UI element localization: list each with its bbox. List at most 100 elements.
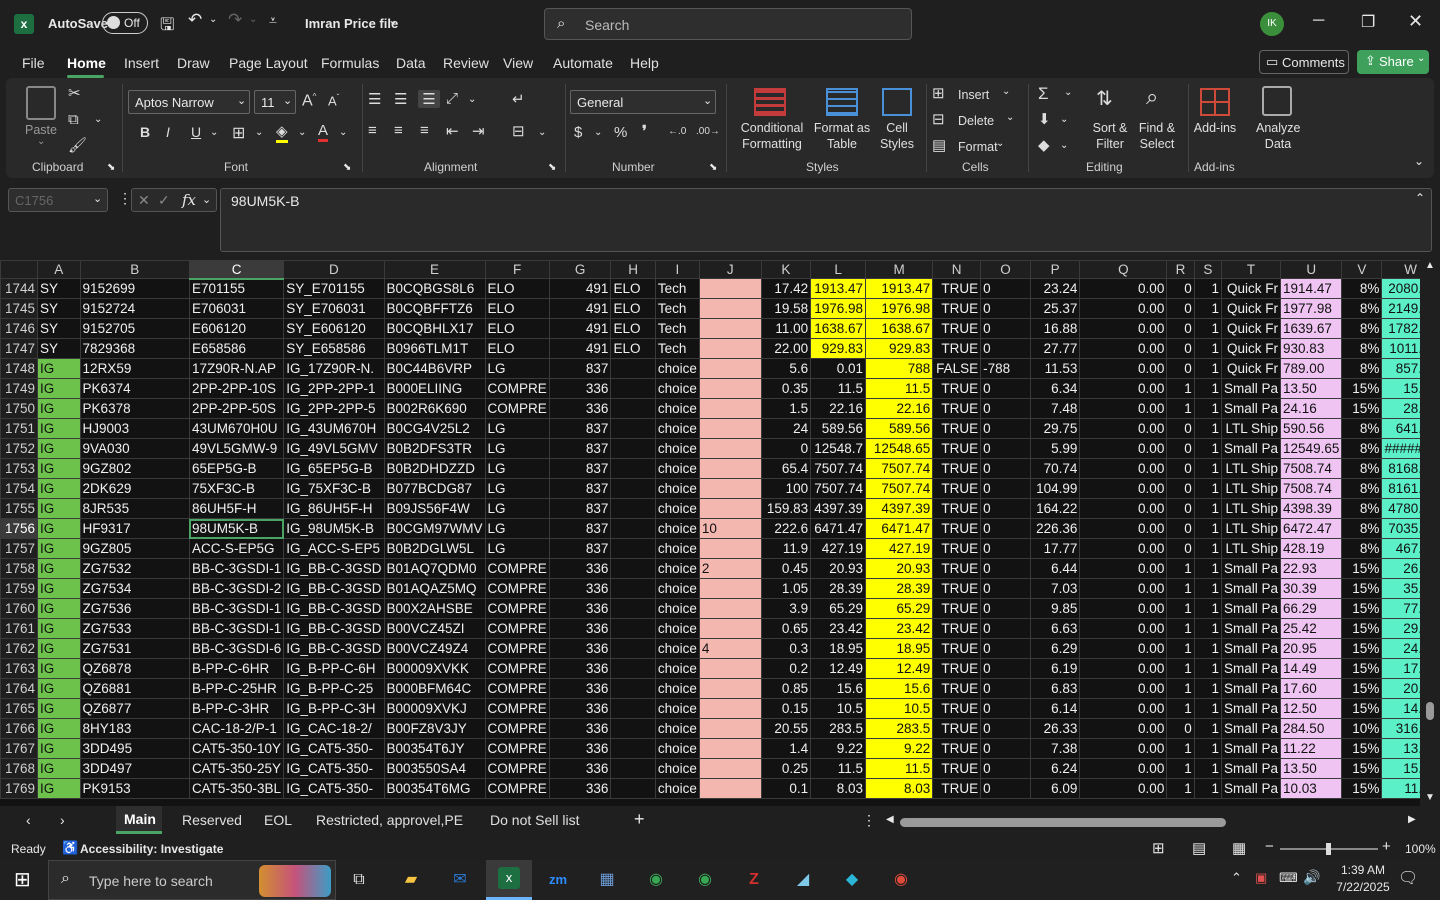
insert-chevron-icon[interactable]: ⌄ [1002, 86, 1010, 97]
cell[interactable]: 9152705 [79, 318, 190, 339]
cell[interactable]: COMPRE [484, 758, 550, 779]
cell[interactable]: TRUE [932, 578, 982, 599]
cell[interactable]: 0.3 [760, 638, 812, 659]
insert-cells-icon[interactable]: ⊞ [932, 84, 945, 102]
currency-chevron-icon[interactable]: ⌄ [594, 127, 602, 138]
zoom-in-icon[interactable]: + [1382, 838, 1391, 855]
cell[interactable]: B0966TLM1T [383, 338, 486, 359]
cell[interactable]: HF9317 [79, 518, 190, 539]
cell[interactable]: 0.00 [1079, 698, 1168, 719]
cell[interactable]: 66.29 [1280, 598, 1343, 619]
cell[interactable] [698, 618, 762, 639]
avatar[interactable]: IK [1260, 12, 1284, 36]
increase-decimal-icon[interactable]: ←.0 [668, 126, 686, 137]
cell[interactable]: BB-C-3GSDI-1 [188, 618, 285, 639]
cell[interactable]: choice [654, 678, 700, 699]
cell[interactable]: 22.00 [760, 338, 812, 359]
cell[interactable]: 30.39 [1280, 578, 1343, 599]
row-header[interactable]: 1747 [0, 338, 39, 359]
cell[interactable]: COMPRE [484, 558, 550, 579]
cell[interactable]: 2PP-2PP-50S [188, 398, 285, 419]
cell[interactable]: choice [654, 778, 700, 799]
vertical-scrollbar[interactable]: ▲ ▼ [1420, 260, 1440, 806]
page-break-view-icon[interactable]: ▦ [1232, 839, 1246, 857]
column-header-g[interactable]: G [548, 260, 612, 279]
cell[interactable]: B000BFM64C [383, 678, 486, 699]
cell[interactable]: ELO [610, 278, 656, 299]
column-header-u[interactable]: U [1280, 260, 1343, 279]
cell[interactable]: 8% [1341, 478, 1383, 499]
cell[interactable]: LG [484, 538, 550, 559]
cell[interactable]: IG_75XF3C-B [283, 478, 385, 499]
cell[interactable]: 15.6 [810, 678, 866, 699]
cell[interactable]: 29.75 [1029, 418, 1081, 439]
cell[interactable]: 0.00 [1079, 518, 1168, 539]
cell[interactable]: 15% [1341, 558, 1383, 579]
cell[interactable]: B0CQBHLX17 [383, 318, 486, 339]
cell[interactable]: 8% [1341, 298, 1383, 319]
notes-app-icon[interactable]: ◢ [788, 866, 818, 894]
cell[interactable]: 0.00 [1079, 278, 1168, 299]
cell[interactable] [610, 518, 656, 539]
cell[interactable] [698, 458, 762, 479]
cell[interactable]: IG [37, 558, 81, 579]
cell[interactable]: 491 [548, 278, 612, 299]
cell[interactable]: 1 [1166, 758, 1195, 779]
cell[interactable]: 8% [1341, 458, 1383, 479]
cell[interactable]: TRUE [932, 758, 982, 779]
cell[interactable]: B0CQBGS8L6 [383, 278, 486, 299]
row-header[interactable]: 1759 [0, 578, 39, 599]
row-header[interactable]: 1767 [0, 738, 39, 759]
cell[interactable] [698, 738, 762, 759]
cell[interactable]: 0 [980, 498, 1031, 519]
cell[interactable]: choice [654, 378, 700, 399]
cell[interactable] [698, 758, 762, 779]
cell[interactable] [610, 458, 656, 479]
cell[interactable]: 5.6 [760, 358, 812, 379]
cell[interactable]: choice [654, 518, 700, 539]
menu-data[interactable]: Data [396, 55, 426, 71]
cell[interactable]: TRUE [932, 738, 982, 759]
cell[interactable]: 26.33 [1029, 718, 1081, 739]
cell[interactable]: 15% [1341, 598, 1383, 619]
cell[interactable]: IG_CAC-18-2/ [283, 718, 385, 739]
merge-chevron-icon[interactable]: ⌄ [538, 127, 546, 138]
cell[interactable]: 0.00 [1079, 298, 1168, 319]
cell[interactable]: choice [654, 438, 700, 459]
cell[interactable]: IG [37, 578, 81, 599]
cell[interactable]: E606120 [188, 318, 285, 339]
align-center-icon[interactable]: ≡ [394, 122, 403, 139]
cell[interactable]: 0 [980, 738, 1031, 759]
cell[interactable] [698, 538, 762, 559]
decrease-decimal-icon[interactable]: .00→ [696, 126, 720, 137]
cell[interactable] [698, 358, 762, 379]
cell[interactable]: -788 [980, 358, 1031, 379]
cell[interactable]: 0 [980, 298, 1031, 319]
cell[interactable]: SY [37, 338, 81, 359]
cell[interactable]: B002R6K690 [383, 398, 486, 419]
orientation-icon[interactable]: ⤢ [446, 90, 458, 107]
cell[interactable]: choice [654, 498, 700, 519]
cell[interactable]: 1 [1166, 658, 1195, 679]
cell[interactable]: FALSE [932, 358, 982, 379]
cell[interactable]: 4 [698, 638, 762, 659]
cell[interactable]: 25.37 [1029, 298, 1081, 319]
cell[interactable]: B00VCZ49Z4 [383, 638, 486, 659]
column-header-t[interactable]: T [1220, 260, 1282, 279]
cell[interactable]: 75XF3C-B [188, 478, 285, 499]
cell[interactable] [610, 498, 656, 519]
cell[interactable]: 22.16 [810, 398, 866, 419]
task-view-icon[interactable]: ⧉ [344, 866, 374, 894]
row-header[interactable]: 1748 [0, 358, 39, 379]
cell[interactable]: IG_BB-C-3GSD [283, 618, 385, 639]
fill-color-chevron-icon[interactable]: ⌄ [298, 127, 306, 138]
cell[interactable]: 0.00 [1079, 638, 1168, 659]
cell[interactable]: 0 [1166, 538, 1195, 559]
orientation-chevron-icon[interactable]: ⌄ [468, 94, 476, 105]
zoom-slider-thumb[interactable] [1326, 843, 1331, 855]
cell[interactable]: choice [654, 718, 700, 739]
delete-cells-label[interactable]: Delete [958, 113, 994, 129]
cell[interactable]: 6472.47 [1280, 518, 1343, 539]
cell[interactable]: 22.16 [864, 398, 934, 419]
cell[interactable] [610, 558, 656, 579]
